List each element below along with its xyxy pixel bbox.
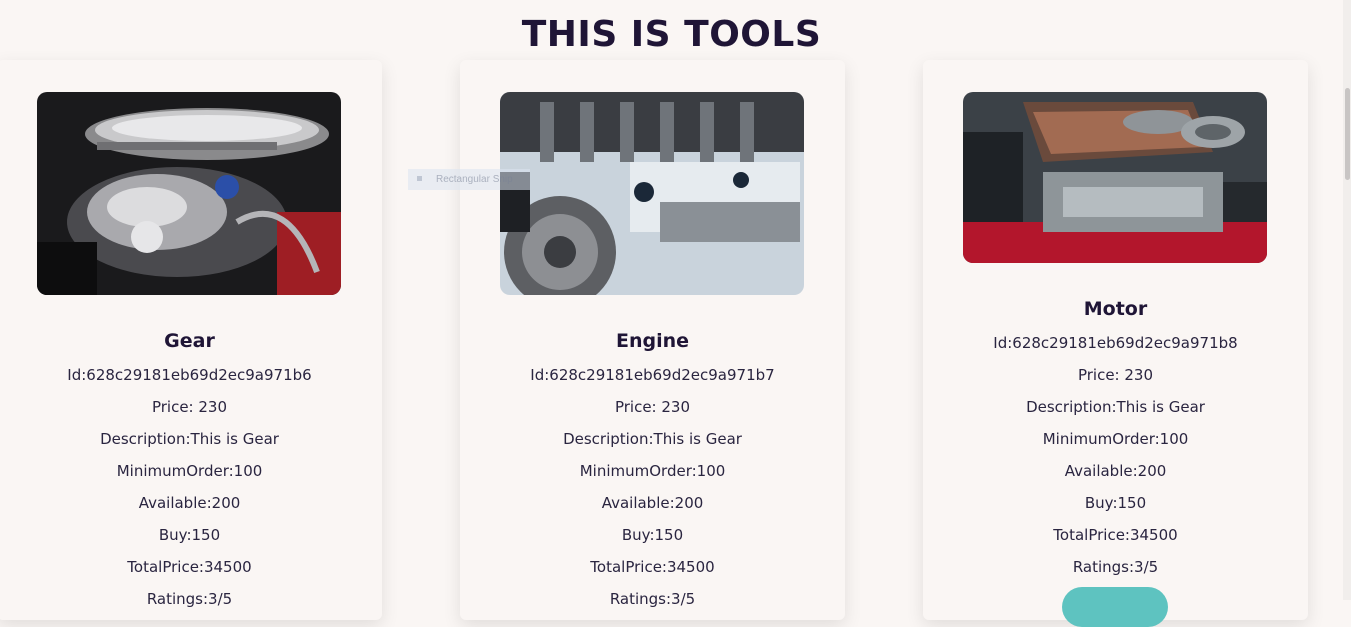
tool-image-gear [37, 92, 341, 295]
tool-description: Description:This is Gear [1026, 398, 1205, 416]
tool-id: Id:628c29181eb69d2ec9a971b8 [993, 334, 1238, 352]
tool-available: Available:200 [1064, 462, 1167, 480]
tool-id: Id:628c29181eb69d2ec9a971b6 [67, 366, 312, 384]
tool-image-motor [963, 92, 1267, 263]
tool-price: Price: 230 [614, 398, 691, 416]
tool-name: Engine [615, 330, 690, 352]
tool-info-gear: Gear Id:628c29181eb69d2ec9a971b6 Price: … [0, 325, 382, 615]
tool-description: Description:This is Gear [563, 430, 742, 448]
tool-total-price: TotalPrice:34500 [590, 558, 715, 576]
tool-total-price: TotalPrice:34500 [1053, 526, 1178, 544]
tool-ratings: Ratings:3/5 [1072, 558, 1159, 576]
tool-ratings: Ratings:3/5 [146, 590, 233, 608]
tool-buy: Buy:150 [158, 526, 221, 544]
scrollbar-thumb[interactable] [1345, 88, 1350, 180]
tool-id: Id:628c29181eb69d2ec9a971b7 [530, 366, 775, 384]
tool-info-engine: Engine Id:628c29181eb69d2ec9a971b7 Price… [460, 325, 845, 615]
engine-chrome-photo [37, 92, 341, 295]
tool-price: Price: 230 [1077, 366, 1154, 384]
tool-info-motor: Motor Id:628c29181eb69d2ec9a971b8 Price:… [923, 293, 1308, 583]
tool-buy: Buy:150 [1084, 494, 1147, 512]
snip-icon [417, 176, 422, 182]
tool-name: Gear [164, 330, 215, 352]
tool-total-price: TotalPrice:34500 [127, 558, 252, 576]
tool-ratings: Ratings:3/5 [609, 590, 696, 608]
tool-available: Available:200 [138, 494, 241, 512]
tool-minimum-order: MinimumOrder:100 [116, 462, 263, 480]
bmw-engine-gears-photo [500, 92, 804, 295]
snip-tooltip-label: Rectangular Snip [436, 174, 513, 185]
tool-price: Price: 230 [151, 398, 228, 416]
tool-minimum-order: MinimumOrder:100 [1042, 430, 1189, 448]
tool-buy: Buy:150 [621, 526, 684, 544]
tool-available: Available:200 [601, 494, 704, 512]
page-title: THIS IS TOOLS [521, 14, 822, 55]
tool-name: Motor [1083, 298, 1148, 320]
tool-card-motor: Motor Id:628c29181eb69d2ec9a971b8 Price:… [923, 60, 1308, 627]
page-scrollbar[interactable] [1343, 0, 1351, 600]
buy-button-motor[interactable] [1062, 587, 1168, 627]
motor-engine-bay-photo [963, 92, 1267, 263]
tool-card-engine: Engine Id:628c29181eb69d2ec9a971b7 Price… [460, 60, 845, 620]
rectangular-snip-tooltip: Rectangular Snip [408, 169, 530, 190]
tool-card-gear: Gear Id:628c29181eb69d2ec9a971b6 Price: … [0, 60, 382, 620]
tool-minimum-order: MinimumOrder:100 [579, 462, 726, 480]
tool-description: Description:This is Gear [100, 430, 279, 448]
tool-image-engine [500, 92, 804, 295]
